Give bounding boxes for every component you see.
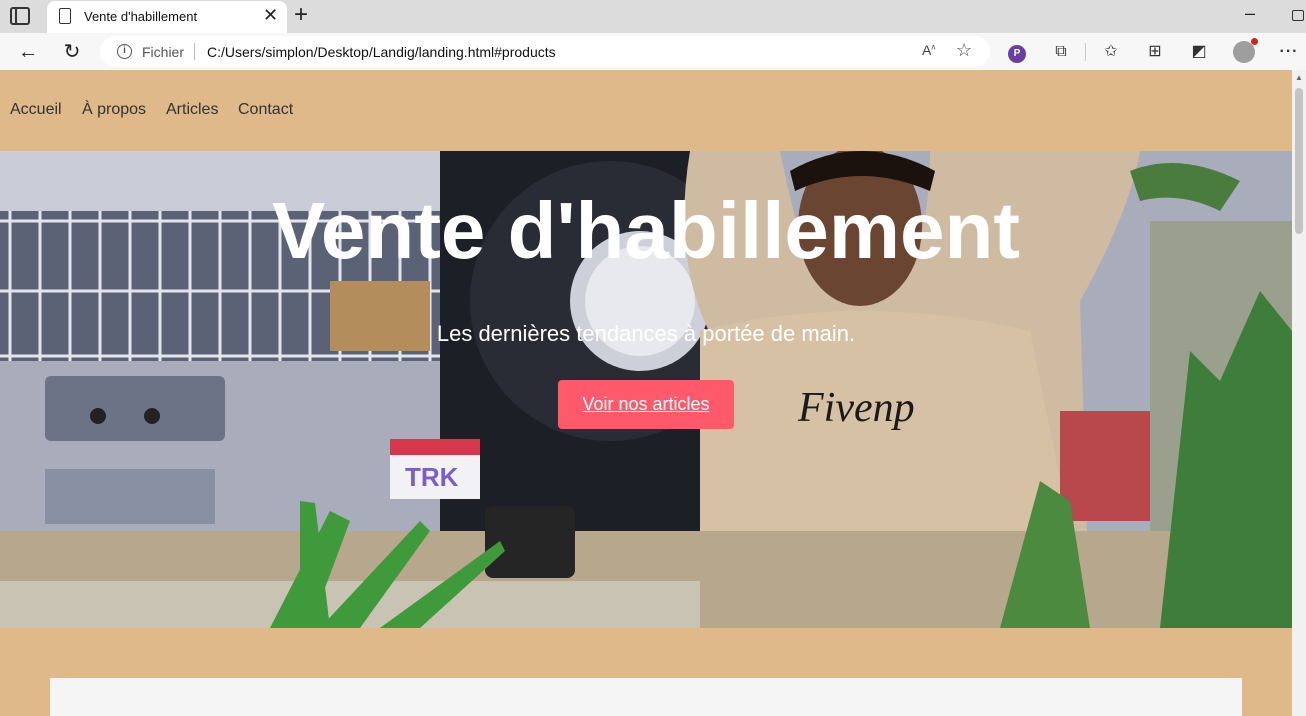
browser-essentials-icon[interactable]: ◩ [1188,41,1210,63]
products-section [50,678,1242,716]
hero-title: Vente d'habillement [271,186,1021,275]
nav-link-articles[interactable]: Articles [166,101,218,119]
svg-text:TRK: TRK [405,462,459,492]
scroll-up-arrow-icon[interactable]: ▲ [1295,73,1303,82]
hero-subtitle: Les dernières tendances à portée de main… [436,321,856,346]
more-menu-icon[interactable]: ··· [1278,41,1300,63]
browser-tab-strip: Vente d'habillement ✕ + – [0,0,1306,33]
browser-tab-active[interactable]: Vente d'habillement ✕ [47,1,287,33]
back-icon[interactable]: ← [14,38,42,66]
divider [194,43,195,60]
browser-toolbar: ← ↻ i Fichier C:/Users/simplon/Desktop/L… [0,33,1306,70]
nav-link-contact[interactable]: Contact [238,101,293,119]
minimize-icon[interactable]: – [1245,3,1255,24]
extensions-puzzle-icon[interactable]: ⧉ [1050,41,1072,63]
page-icon [59,8,71,24]
info-icon[interactable]: i [117,44,132,59]
tab-actions-icon[interactable] [10,7,30,25]
add-favorite-icon[interactable]: ☆ [956,40,972,61]
site-info-label[interactable]: Fichier [142,44,184,60]
scrollbar-thumb[interactable] [1295,88,1303,234]
favorites-icon[interactable]: ✩ [1100,41,1122,63]
tab-title: Vente d'habillement [84,9,198,24]
collections-icon[interactable]: ⊞ [1144,41,1166,63]
close-icon[interactable]: ✕ [263,5,278,26]
nav-link-a-propos[interactable]: À propos [82,101,146,119]
profile-avatar[interactable] [1233,38,1258,63]
extension-icon[interactable]: P [1006,41,1028,63]
tshirt-print: Fivenp [797,385,915,431]
hero-section: TRK Fivenp Vente d'habillement Les derni… [0,151,1292,628]
restore-icon[interactable] [1292,10,1304,21]
read-aloud-icon[interactable]: Aʌ [922,42,935,58]
address-bar[interactable]: i Fichier C:/Users/simplon/Desktop/Landi… [100,36,990,67]
page-scrollbar[interactable]: ▲ [1292,70,1306,716]
url-field[interactable]: C:/Users/simplon/Desktop/Landig/landing.… [207,44,556,60]
nav-link-accueil[interactable]: Accueil [10,101,62,119]
see-articles-button[interactable]: Voir nos articles [558,380,734,429]
new-tab-icon[interactable]: + [294,1,308,29]
site-navigation: Accueil À propos Articles Contact [0,70,1292,151]
reload-icon[interactable]: ↻ [58,38,86,66]
divider [1085,43,1086,61]
page-viewport: Accueil À propos Articles Contact TRK Fi… [0,70,1292,716]
